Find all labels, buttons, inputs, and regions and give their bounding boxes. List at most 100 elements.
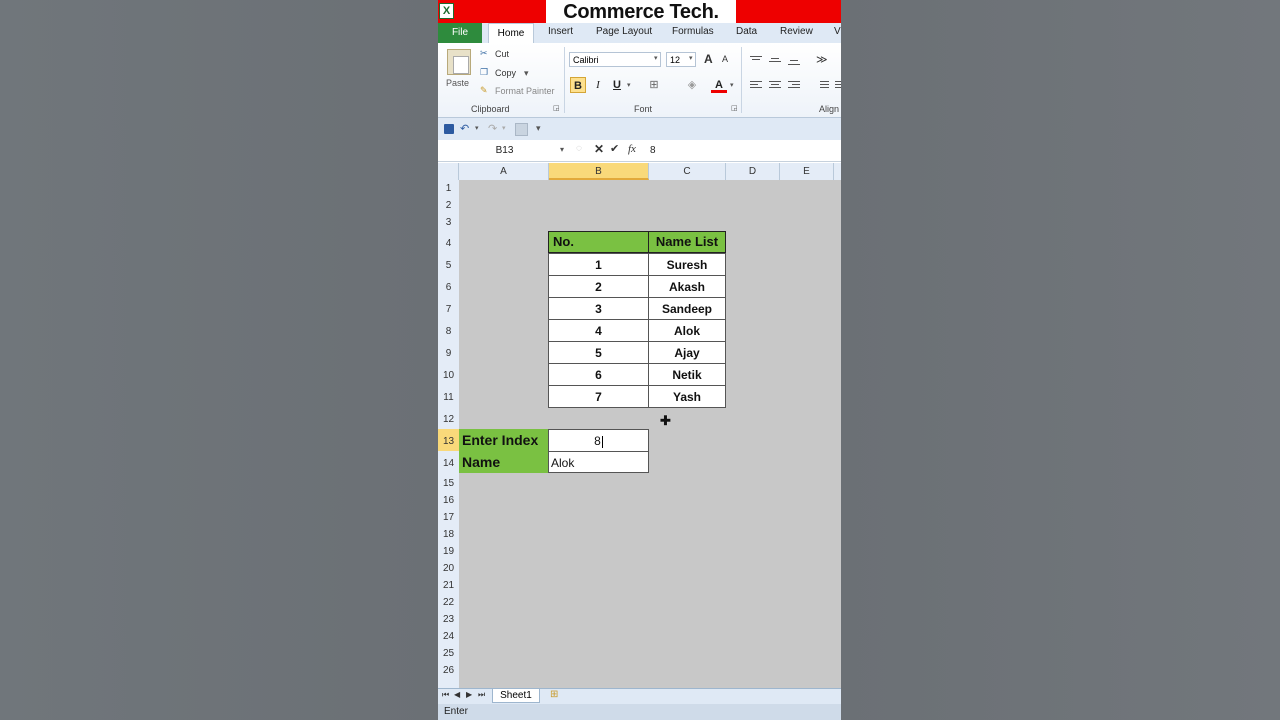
column-header-b[interactable]: B	[549, 163, 649, 180]
customize-toolbar-icon[interactable]: ▾	[536, 123, 541, 134]
save-icon[interactable]	[444, 124, 454, 134]
row-header[interactable]: 9	[438, 341, 459, 363]
sheet-tab-sheet1[interactable]: Sheet1	[492, 689, 540, 703]
align-right-icon[interactable]	[788, 81, 800, 90]
row-header[interactable]: 2	[438, 197, 459, 214]
table-cell-no[interactable]: 7	[548, 385, 649, 408]
tab-page-layout[interactable]: Page Layout	[596, 26, 652, 37]
table-cell-no[interactable]: 1	[548, 253, 649, 276]
row-header[interactable]: 14	[438, 451, 459, 473]
tab-insert[interactable]: Insert	[548, 26, 573, 37]
bold-button[interactable]: B	[570, 77, 586, 93]
align-bottom-icon[interactable]	[788, 56, 800, 65]
copy-dropdown-icon[interactable]: ▾	[524, 68, 529, 79]
increase-indent-icon[interactable]	[835, 81, 841, 90]
align-top-icon[interactable]	[750, 56, 762, 64]
row-header[interactable]: 13	[438, 429, 459, 451]
redo-dropdown-icon[interactable]: ▾	[502, 124, 506, 132]
tab-review[interactable]: Review	[780, 26, 813, 37]
table-cell-no[interactable]: 3	[548, 297, 649, 320]
row-header[interactable]: 23	[438, 609, 459, 626]
row-header[interactable]: 17	[438, 507, 459, 524]
tab-data[interactable]: Data	[736, 26, 757, 37]
align-center-icon[interactable]	[769, 81, 781, 90]
row-header[interactable]: 26	[438, 660, 459, 677]
row-header[interactable]: 1	[438, 180, 459, 197]
cut-button[interactable]: Cut	[495, 49, 509, 59]
table-cell-no[interactable]: 2	[548, 275, 649, 298]
fill-color-icon[interactable]: ◈	[684, 77, 700, 93]
row-header[interactable]: 16	[438, 490, 459, 507]
next-sheet-icon[interactable]: ▶	[466, 690, 472, 699]
row-header[interactable]: 24	[438, 626, 459, 643]
name-result-cell[interactable]: Alok	[548, 451, 649, 473]
confirm-entry-button[interactable]: ✔	[610, 142, 619, 155]
select-all-corner[interactable]	[438, 163, 459, 180]
row-header[interactable]: 12	[438, 407, 459, 429]
decrease-indent-icon[interactable]	[817, 81, 829, 90]
index-input-value[interactable]: 8	[594, 434, 601, 448]
font-name-select[interactable]: Calibri	[569, 52, 661, 67]
font-launcher-icon[interactable]: ◲	[731, 104, 738, 112]
row-header[interactable]: 10	[438, 363, 459, 385]
underline-dropdown-icon[interactable]: ▾	[627, 81, 631, 89]
row-header[interactable]: 18	[438, 524, 459, 541]
italic-button[interactable]: I	[590, 77, 606, 93]
column-header-d[interactable]: D	[726, 163, 780, 180]
row-header[interactable]: 4	[438, 231, 459, 253]
row-header[interactable]: 19	[438, 541, 459, 558]
prev-sheet-icon[interactable]: ◀	[454, 690, 460, 699]
name-box-dropdown-icon[interactable]: ▾	[560, 145, 564, 154]
excel-icon[interactable]: X	[439, 3, 454, 19]
row-header[interactable]: 15	[438, 473, 459, 490]
table-cell-no[interactable]: 5	[548, 341, 649, 364]
undo-icon[interactable]: ↶	[460, 122, 469, 135]
table-header-no[interactable]: No.	[548, 231, 649, 253]
grow-font-button[interactable]: A	[704, 52, 713, 66]
cancel-entry-button[interactable]: ✕	[594, 142, 604, 156]
row-header[interactable]: 11	[438, 385, 459, 407]
orientation-icon[interactable]: ≫	[816, 53, 828, 66]
column-header-c[interactable]: C	[649, 163, 726, 180]
formula-input[interactable]: 8	[650, 142, 656, 159]
copy-icon[interactable]: ❐	[480, 67, 488, 78]
row-header[interactable]: 3	[438, 214, 459, 231]
first-sheet-icon[interactable]: ⏮	[442, 690, 449, 700]
table-cell-name[interactable]: Suresh	[648, 253, 726, 276]
table-cell-name[interactable]: Netik	[648, 363, 726, 386]
paste-icon[interactable]	[447, 49, 471, 75]
font-color-button[interactable]: A	[711, 77, 727, 93]
insert-sheet-icon[interactable]: ⊞	[550, 689, 558, 700]
borders-icon[interactable]: ⊞	[646, 77, 662, 93]
underline-button[interactable]: U	[609, 77, 625, 93]
redo-icon[interactable]: ↷	[488, 122, 497, 135]
copy-button[interactable]: Copy	[495, 68, 516, 78]
table-cell-name[interactable]: Akash	[648, 275, 726, 298]
table-cell-name[interactable]: Ajay	[648, 341, 726, 364]
table-cell-no[interactable]: 6	[548, 363, 649, 386]
font-name-dropdown-icon[interactable]: ▾	[654, 54, 658, 62]
insert-function-button[interactable]: fx	[628, 143, 636, 155]
table-cell-name[interactable]: Alok	[648, 319, 726, 342]
row-header[interactable]: 21	[438, 575, 459, 592]
name-box[interactable]: B13	[438, 142, 571, 159]
print-preview-icon[interactable]	[515, 123, 528, 136]
table-header-name-list[interactable]: Name List	[648, 231, 726, 253]
align-left-icon[interactable]	[750, 81, 762, 90]
column-header-a[interactable]: A	[459, 163, 549, 180]
brush-icon[interactable]: ✎	[480, 85, 488, 96]
undo-dropdown-icon[interactable]: ▾	[475, 124, 479, 132]
row-header[interactable]: 20	[438, 558, 459, 575]
clipboard-launcher-icon[interactable]: ◲	[553, 104, 560, 112]
row-header[interactable]: 7	[438, 297, 459, 319]
row-header[interactable]: 22	[438, 592, 459, 609]
scissors-icon[interactable]: ✂	[480, 48, 488, 59]
tab-view[interactable]: Vi	[834, 26, 841, 37]
format-painter-button[interactable]: Format Painter	[495, 86, 555, 96]
paste-button[interactable]: Paste	[446, 78, 469, 88]
tab-file[interactable]: File	[438, 23, 482, 43]
font-size-dropdown-icon[interactable]: ▾	[689, 54, 693, 62]
font-color-dropdown-icon[interactable]: ▾	[730, 81, 734, 89]
table-cell-no[interactable]: 4	[548, 319, 649, 342]
index-input-cell[interactable]: 8	[548, 429, 649, 452]
